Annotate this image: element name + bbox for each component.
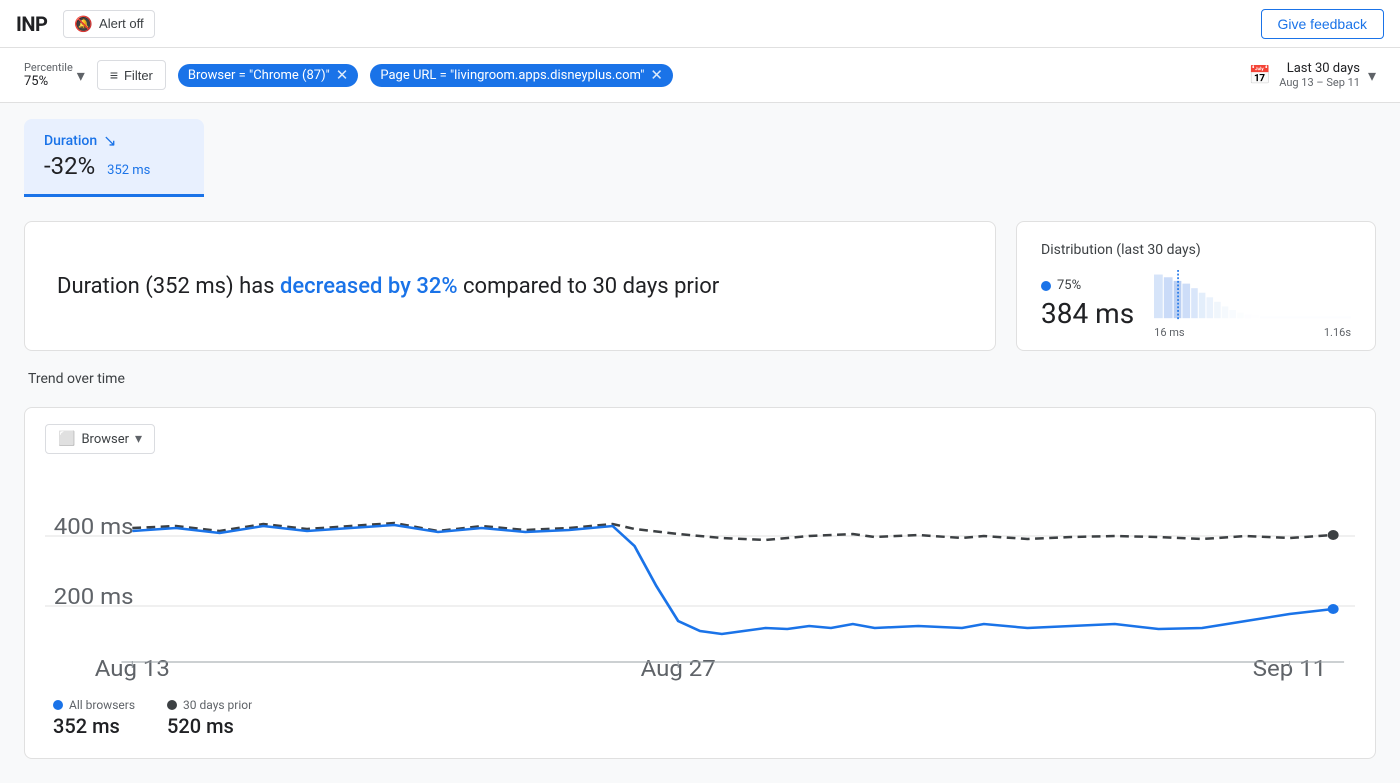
metric-absolute: 352 ms <box>107 163 150 178</box>
chevron-down-icon-browser: ▾ <box>135 431 142 447</box>
dist-body: 75% 384 ms <box>1041 270 1351 330</box>
trend-down-icon: ↘ <box>103 131 116 150</box>
svg-text:Aug 27: Aug 27 <box>641 656 716 682</box>
summary-text: Duration (352 ms) has decreased by 32% c… <box>57 270 719 303</box>
duration-label: Duration <box>44 133 97 149</box>
bell-off-icon: 🔕 <box>74 15 93 33</box>
date-range-sub: Aug 13 – Sep 11 <box>1279 76 1360 89</box>
dist-axis-min: 16 ms <box>1154 326 1184 339</box>
legend-prior-label: 30 days prior <box>183 698 252 712</box>
page-title: INP <box>16 12 47 36</box>
browser-filter-remove[interactable]: ✕ <box>336 68 349 83</box>
url-filter-chip[interactable]: Page URL = "livingroom.apps.disneyplus.c… <box>370 64 673 87</box>
main-content: Duration (352 ms) has decreased by 32% c… <box>0 197 1400 783</box>
svg-text:Aug 13: Aug 13 <box>95 656 170 682</box>
date-range-selector[interactable]: 📅 Last 30 days Aug 13 – Sep 11 ▾ <box>1249 61 1376 89</box>
date-range-label: Last 30 days <box>1279 61 1360 76</box>
trend-outer-title: Trend over time <box>24 371 1376 387</box>
trend-section: ⬜ Browser ▾ 400 ms 200 ms <box>24 407 1376 759</box>
summary-card: Duration (352 ms) has decreased by 32% c… <box>24 221 996 351</box>
url-filter-remove[interactable]: ✕ <box>650 68 663 83</box>
browser-window-icon: ⬜ <box>58 431 75 447</box>
dist-dot <box>1041 281 1051 291</box>
url-filter-text: Page URL = "livingroom.apps.disneyplus.c… <box>380 68 644 83</box>
legend-prior-value: 520 ms <box>167 714 252 738</box>
dist-title: Distribution (last 30 days) <box>1041 242 1351 258</box>
percentile-label: Percentile <box>24 61 73 74</box>
chevron-down-icon-date: ▾ <box>1368 66 1376 85</box>
alert-off-label: Alert off <box>99 16 144 31</box>
dist-axis: 16 ms 1.16s <box>1154 326 1351 339</box>
legend-all-browsers-value: 352 ms <box>53 714 135 738</box>
browser-filter-text: Browser = "Chrome (87)" <box>188 68 330 83</box>
dist-value: 384 ms <box>1041 297 1134 330</box>
metric-tabs: Duration ↘ -32% 352 ms <box>0 103 1400 197</box>
distribution-card: Distribution (last 30 days) 75% 384 ms <box>1016 221 1376 351</box>
summary-prefix: Duration (352 ms) has <box>57 274 280 299</box>
metric-tab-value: -32% 352 ms <box>44 152 184 180</box>
browser-selector[interactable]: ⬜ Browser ▾ <box>45 424 155 454</box>
dist-stat: 75% 384 ms <box>1041 278 1134 330</box>
chart-area: 400 ms 200 ms Aug 13 Aug 27 Sep 11 <box>45 466 1355 686</box>
dist-percentile: 75% <box>1057 278 1081 293</box>
legend-dot-dark <box>167 700 177 710</box>
filter-bar: Percentile 75% ▾ ≡ Filter Browser = "Chr… <box>0 48 1400 103</box>
percentile-value: 75% <box>24 74 48 89</box>
percentile-select[interactable]: Percentile 75% ▾ <box>24 61 85 89</box>
alert-off-button[interactable]: 🔕 Alert off <box>63 10 154 38</box>
legend-all-browsers-label: All browsers <box>69 698 135 712</box>
summary-row: Duration (352 ms) has decreased by 32% c… <box>24 221 1376 351</box>
browser-filter-chip[interactable]: Browser = "Chrome (87)" ✕ <box>178 64 358 87</box>
chevron-down-icon: ▾ <box>77 66 85 85</box>
svg-text:Sep 11: Sep 11 <box>1253 656 1326 682</box>
filter-icon: ≡ <box>110 67 118 83</box>
dist-percentile-row: 75% <box>1041 278 1134 293</box>
svg-text:400 ms: 400 ms <box>54 514 134 540</box>
summary-suffix: compared to 30 days prior <box>458 274 720 299</box>
svg-text:200 ms: 200 ms <box>54 584 134 610</box>
duration-tab[interactable]: Duration ↘ -32% 352 ms <box>24 119 204 197</box>
summary-highlight: decreased by 32% <box>280 274 458 299</box>
dist-axis-max: 1.16s <box>1324 326 1351 339</box>
calendar-icon: 📅 <box>1249 65 1271 86</box>
legend-dot-blue <box>53 700 63 710</box>
dist-chart: 16 ms 1.16s <box>1154 270 1351 330</box>
metric-change: -32% <box>44 152 95 180</box>
filter-button[interactable]: ≡ Filter <box>97 60 166 90</box>
browser-selector-label: Browser <box>81 432 129 447</box>
filter-label: Filter <box>124 68 153 83</box>
chart-legend: All browsers 352 ms 30 days prior 520 ms <box>45 698 1355 738</box>
give-feedback-button[interactable]: Give feedback <box>1261 9 1385 39</box>
legend-all-browsers: All browsers 352 ms <box>53 698 135 738</box>
top-bar: INP 🔕 Alert off Give feedback <box>0 0 1400 48</box>
legend-30-days-prior: 30 days prior 520 ms <box>167 698 252 738</box>
